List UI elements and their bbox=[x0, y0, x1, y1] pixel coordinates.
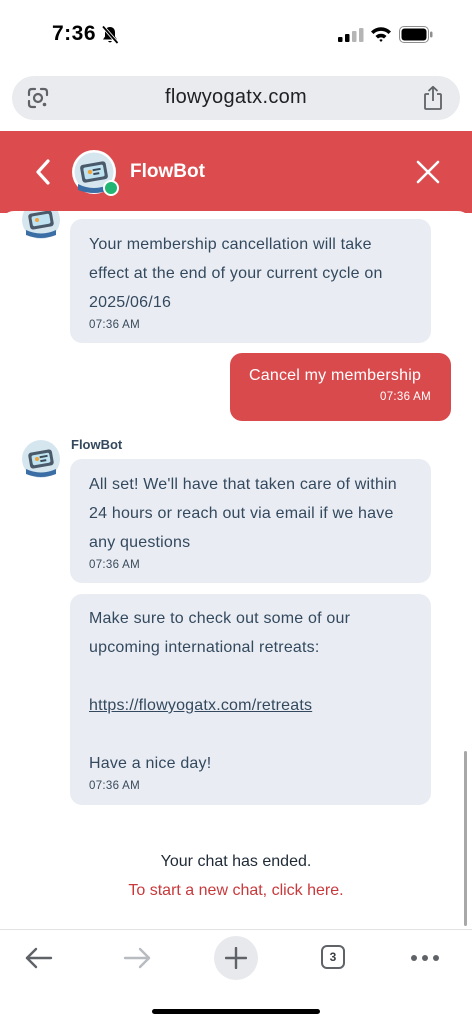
share-icon[interactable] bbox=[422, 85, 444, 111]
message-timestamp: 07:36 AM bbox=[89, 319, 140, 331]
home-indicator[interactable] bbox=[152, 1009, 320, 1014]
chat-header-title: FlowBot bbox=[130, 161, 205, 182]
message-timestamp: 07:36 AM bbox=[89, 780, 140, 792]
new-tab-button[interactable] bbox=[214, 936, 258, 980]
google-lens-icon[interactable] bbox=[26, 86, 50, 110]
message-timestamp: 07:36 AM bbox=[89, 559, 140, 571]
arrow-forward-icon[interactable] bbox=[122, 946, 152, 970]
plus-icon bbox=[225, 947, 247, 969]
user-message-bubble: Cancel my membership 07:36 AM bbox=[230, 353, 451, 421]
message-text: All set! We'll have that taken care of w… bbox=[89, 476, 397, 551]
bot-message-bubble: Your membership cancellation will take e… bbox=[70, 219, 431, 343]
bot-avatar bbox=[22, 211, 60, 239]
retreats-link[interactable]: https://flowyogatx.com/retreats bbox=[89, 691, 413, 720]
tabs-button[interactable]: 3 bbox=[321, 945, 345, 969]
message-text: Have a nice day! bbox=[89, 755, 212, 772]
chat-ended-notice: Your chat has ended. bbox=[160, 853, 312, 870]
bell-slash-icon bbox=[101, 25, 119, 45]
chat-messages[interactable]: Your membership cancellation will take e… bbox=[0, 211, 472, 929]
address-bar[interactable]: flowyogatx.com bbox=[12, 76, 460, 120]
message-text: Make sure to check out some of our upcom… bbox=[89, 610, 351, 656]
start-new-chat-link[interactable]: To start a new chat, click here. bbox=[0, 882, 472, 900]
close-icon[interactable] bbox=[416, 160, 440, 184]
bot-avatar bbox=[22, 440, 60, 478]
message-sender-name: FlowBot bbox=[71, 437, 123, 452]
more-icon[interactable] bbox=[410, 954, 440, 962]
wifi-icon bbox=[371, 27, 391, 42]
message-text: Your membership cancellation will take e… bbox=[89, 236, 383, 311]
bot-message-bubble: All set! We'll have that taken care of w… bbox=[70, 459, 431, 583]
status-time: 7:36 bbox=[52, 22, 97, 45]
cellular-signal-icon bbox=[338, 28, 364, 42]
url-text[interactable]: flowyogatx.com bbox=[72, 86, 400, 109]
message-text: Cancel my membership bbox=[249, 367, 422, 384]
bot-message-bubble: Make sure to check out some of our upcom… bbox=[70, 594, 431, 805]
chevron-left-icon[interactable] bbox=[32, 157, 54, 187]
scrollbar[interactable] bbox=[464, 751, 467, 926]
message-timestamp: 07:36 AM bbox=[380, 391, 431, 403]
battery-icon bbox=[399, 26, 433, 43]
chat-header: FlowBot bbox=[0, 131, 472, 213]
arrow-back-icon[interactable] bbox=[24, 946, 54, 970]
online-status-dot bbox=[103, 180, 119, 196]
phone-screen: 7:36 flowyogatx.com FlowBot Your members… bbox=[0, 0, 472, 1024]
status-bar: 7:36 bbox=[0, 0, 472, 66]
